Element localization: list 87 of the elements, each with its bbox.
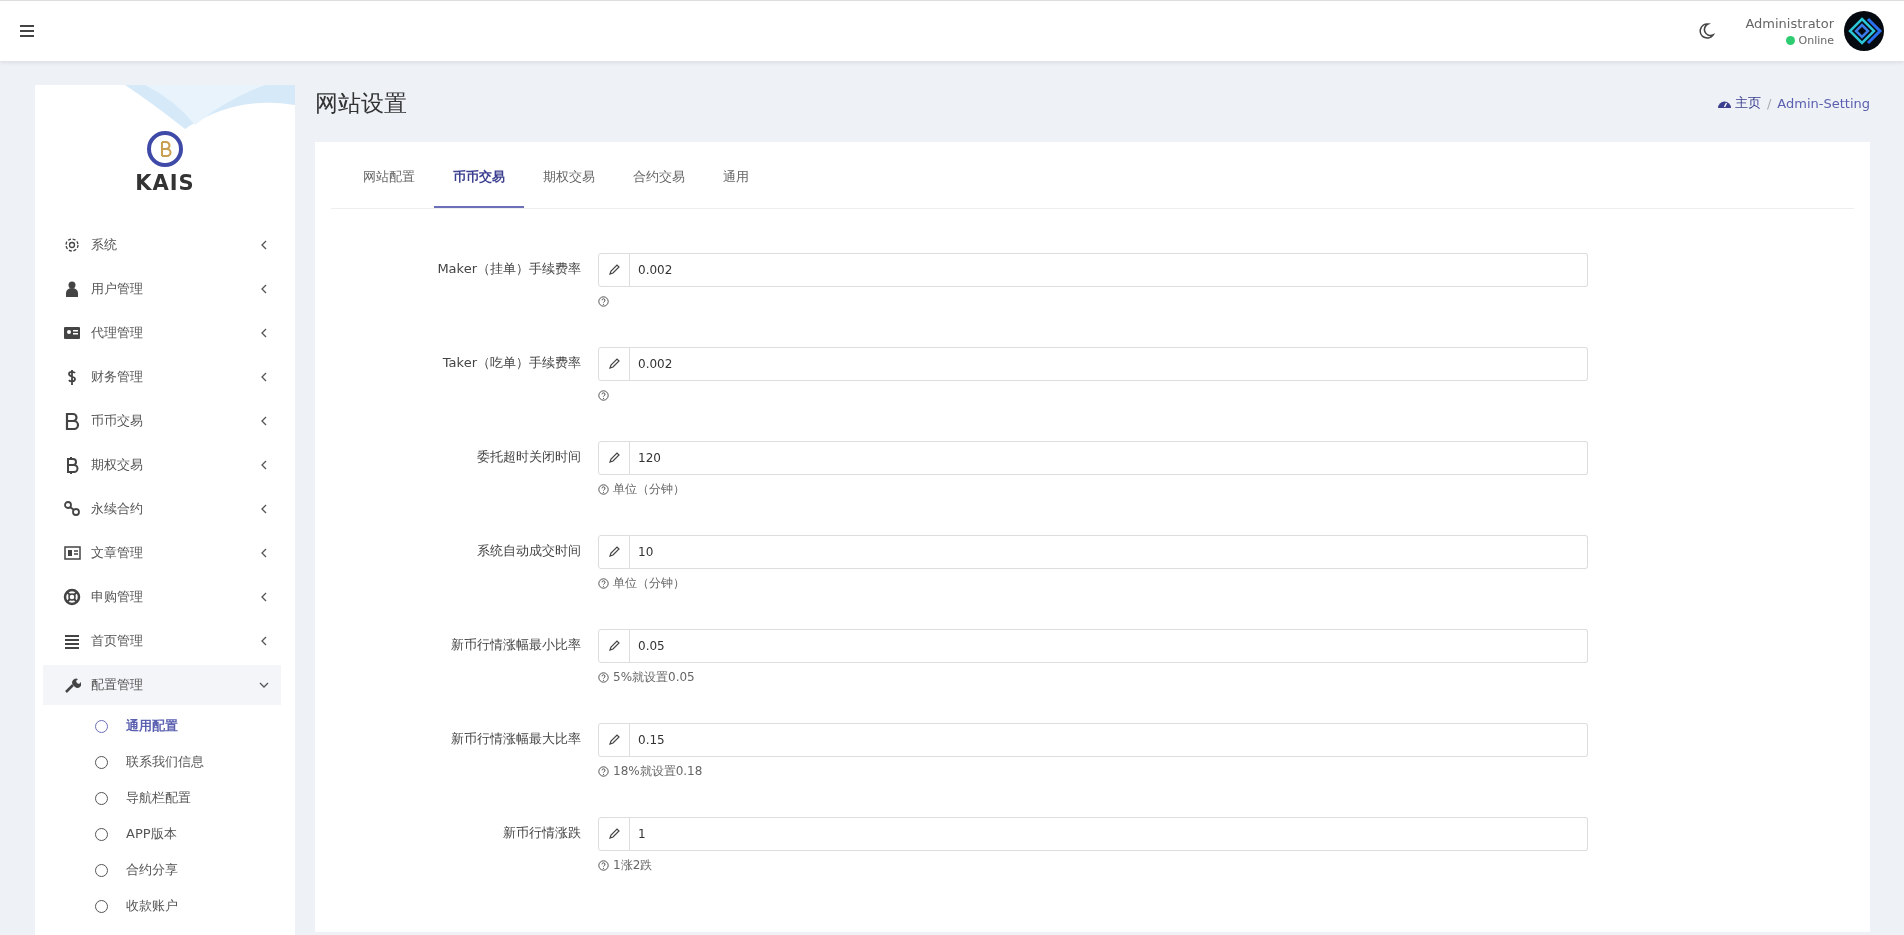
- chevron-left-icon: [259, 592, 269, 602]
- id-card-icon: [63, 324, 81, 342]
- help-icon: [598, 389, 609, 401]
- gear-icon: [63, 236, 81, 254]
- status-text: Online: [1798, 33, 1834, 47]
- input-field[interactable]: 1: [630, 817, 1588, 851]
- tab[interactable]: 币币交易: [434, 142, 524, 208]
- menu-item[interactable]: 财务管理: [43, 357, 281, 397]
- tab[interactable]: 网站配置: [344, 142, 434, 208]
- menu-item[interactable]: 期权交易: [43, 445, 281, 485]
- menu-item[interactable]: 币币交易: [43, 401, 281, 441]
- user-name: Administrator: [1745, 15, 1834, 31]
- lifebuoy-icon: [63, 588, 81, 606]
- submenu-item[interactable]: 联系我们信息: [35, 747, 295, 777]
- menu-item[interactable]: 文章管理: [43, 533, 281, 573]
- user-icon: [63, 280, 81, 298]
- menu-item[interactable]: 代理管理: [43, 313, 281, 353]
- submenu-item[interactable]: 通用配置: [35, 711, 295, 741]
- input-field[interactable]: 0.002: [630, 253, 1588, 287]
- breadcrumb-link[interactable]: 主页: [1717, 94, 1761, 112]
- help-icon: [598, 671, 609, 683]
- help-icon: [598, 765, 609, 777]
- pencil-icon: [608, 828, 620, 840]
- tab[interactable]: 合约交易: [614, 142, 704, 208]
- pencil-icon: [608, 452, 620, 464]
- wrench-icon: [63, 676, 81, 694]
- help-text: 5%就设置0.05: [613, 668, 695, 686]
- menu-item[interactable]: 首页管理: [43, 621, 281, 661]
- pencil-icon: [608, 640, 620, 652]
- field-label: 系统自动成交时间: [476, 542, 581, 560]
- submenu-item[interactable]: 收款账户: [35, 891, 295, 921]
- help-text: 1涨2跌: [613, 856, 653, 874]
- pencil-icon: [608, 734, 620, 746]
- menu-item[interactable]: 系统: [43, 225, 281, 265]
- newspaper-icon: [63, 544, 81, 562]
- field-label: Maker（挂单）手续费率: [436, 260, 581, 278]
- breadcrumb-separator: /: [1766, 95, 1772, 111]
- chevron-left-icon: [259, 372, 269, 382]
- help-text: 单位（分钟）: [613, 480, 685, 498]
- menu-item[interactable]: 申购管理: [43, 577, 281, 617]
- page-title: 网站设置: [315, 88, 408, 118]
- chevron-left-icon: [259, 504, 269, 514]
- bold-b-icon: [63, 412, 81, 430]
- chevron-left-icon: [259, 416, 269, 426]
- chevron-left-icon: [259, 460, 269, 470]
- chevron-down-icon: [259, 680, 269, 690]
- menu-item[interactable]: 永续合约: [43, 489, 281, 529]
- tab[interactable]: 期权交易: [524, 142, 614, 208]
- tab[interactable]: 通用: [704, 142, 768, 208]
- field-label: 新币行情涨幅最小比率: [450, 636, 581, 654]
- chevron-left-icon: [259, 548, 269, 558]
- help-icon: [598, 295, 609, 307]
- menu-icon: [20, 25, 34, 37]
- submenu-item[interactable]: APP版本: [35, 819, 295, 849]
- submenu-item[interactable]: 导航栏配置: [35, 783, 295, 813]
- logo-icon: [147, 131, 183, 167]
- breadcrumb-current: Admin-Setting: [1777, 95, 1870, 111]
- brand-name: KAIS: [134, 171, 196, 195]
- input-field[interactable]: 10: [630, 535, 1588, 569]
- field-label: 新币行情涨幅最大比率: [450, 730, 581, 748]
- input-field[interactable]: 0.05: [630, 629, 1588, 663]
- help-text: 18%就设置0.18: [613, 762, 703, 780]
- help-icon: [598, 483, 609, 495]
- field-label: Taker（吃单）手续费率: [441, 354, 581, 372]
- chevron-left-icon: [259, 636, 269, 646]
- pencil-icon: [608, 358, 620, 370]
- input-field[interactable]: 120: [630, 441, 1588, 475]
- help-icon: [598, 577, 609, 589]
- link-icon: [63, 500, 81, 518]
- list-icon: [63, 632, 81, 650]
- submenu-item[interactable]: 合约分享: [35, 855, 295, 885]
- chevron-left-icon: [259, 284, 269, 294]
- avatar: [1844, 11, 1884, 51]
- moon-icon: [1697, 22, 1716, 40]
- menu-item[interactable]: 配置管理: [43, 665, 281, 705]
- help-text: 单位（分钟）: [613, 574, 685, 592]
- help-icon: [598, 859, 609, 871]
- input-field[interactable]: 0.002: [630, 347, 1588, 381]
- chevron-left-icon: [259, 328, 269, 338]
- chevron-left-icon: [259, 240, 269, 250]
- pencil-icon: [608, 264, 620, 276]
- field-label: 委托超时关闭时间: [476, 448, 581, 466]
- field-label: 新币行情涨跌: [502, 824, 581, 842]
- status-dot: [1785, 35, 1795, 45]
- input-field[interactable]: 0.15: [630, 723, 1588, 757]
- menu-item[interactable]: 用户管理: [43, 269, 281, 309]
- pencil-icon: [608, 546, 620, 558]
